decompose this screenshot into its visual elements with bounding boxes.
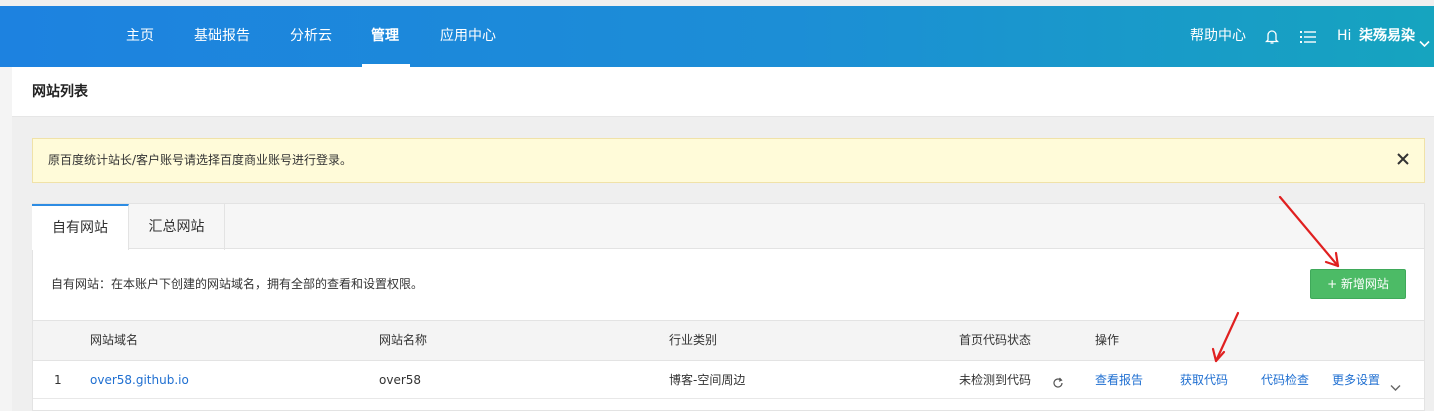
row-index: 1: [54, 373, 62, 387]
top-nav-bar: 主页 基础报告 分析云 管理 应用中心 帮助中心 Hi 柒殇易染: [0, 6, 1434, 67]
nav-item-basic-reports[interactable]: 基础报告: [194, 6, 250, 67]
site-category: 博客-空间周边: [669, 373, 746, 387]
page-title: 网站列表: [32, 84, 88, 100]
nav-item-analytics-cloud[interactable]: 分析云: [290, 6, 332, 67]
user-name-menu[interactable]: 柒殇易染: [1359, 6, 1415, 67]
tab-own-sites[interactable]: 自有网站: [32, 204, 129, 250]
chevron-down-icon[interactable]: [1419, 33, 1430, 52]
column-header-domain: 网站域名: [90, 333, 139, 347]
notice-banner: 原百度统计站长/客户账号请选择百度商业账号进行登录。: [32, 138, 1425, 183]
notice-text: 原百度统计站长/客户账号请选择百度商业账号进行登录。: [48, 153, 353, 167]
nav-item-manage[interactable]: 管理: [371, 6, 399, 67]
tab-bar: 自有网站 汇总网站: [32, 204, 1424, 250]
code-check-link[interactable]: 代码检查: [1261, 361, 1309, 399]
left-gutter: [0, 67, 12, 411]
column-header-actions: 操作: [1095, 333, 1120, 347]
close-icon[interactable]: [1396, 151, 1410, 165]
site-name: over58: [379, 373, 422, 387]
tab-summary-sites[interactable]: 汇总网站: [129, 204, 225, 250]
more-settings-link[interactable]: 更多设置: [1332, 361, 1380, 399]
tab-description: 自有网站：在本账户下创建的网站域名，拥有全部的查看和设置权限。: [51, 277, 424, 291]
get-code-link[interactable]: 获取代码: [1180, 361, 1228, 399]
help-center-link[interactable]: 帮助中心: [1190, 6, 1246, 67]
table-header: 网站域名 网站名称 行业类别 首页代码状态 操作: [33, 320, 1424, 361]
site-domain-link[interactable]: over58.github.io: [90, 361, 189, 399]
column-header-code-status: 首页代码状态: [959, 333, 1032, 347]
page-header: 网站列表: [12, 67, 1434, 117]
nav-item-home[interactable]: 主页: [126, 6, 154, 67]
add-site-button[interactable]: + 新增网站: [1310, 269, 1406, 299]
column-header-site-name: 网站名称: [379, 333, 428, 347]
view-report-link[interactable]: 查看报告: [1095, 361, 1143, 399]
bell-icon[interactable]: [1264, 28, 1280, 49]
table-row: 1 over58.github.io over58 博客-空间周边 未检测到代码…: [33, 361, 1424, 399]
greeting: Hi: [1337, 28, 1352, 44]
chevron-down-icon[interactable]: [1390, 377, 1401, 396]
nav-item-app-center[interactable]: 应用中心: [440, 6, 496, 67]
refresh-icon[interactable]: [1052, 374, 1064, 393]
column-header-category: 行业类别: [669, 333, 718, 347]
code-status: 未检测到代码: [959, 373, 1032, 387]
site-list-panel: 自有网站 汇总网站 自有网站：在本账户下创建的网站域名，拥有全部的查看和设置权限…: [32, 203, 1425, 411]
list-icon[interactable]: [1300, 29, 1316, 48]
